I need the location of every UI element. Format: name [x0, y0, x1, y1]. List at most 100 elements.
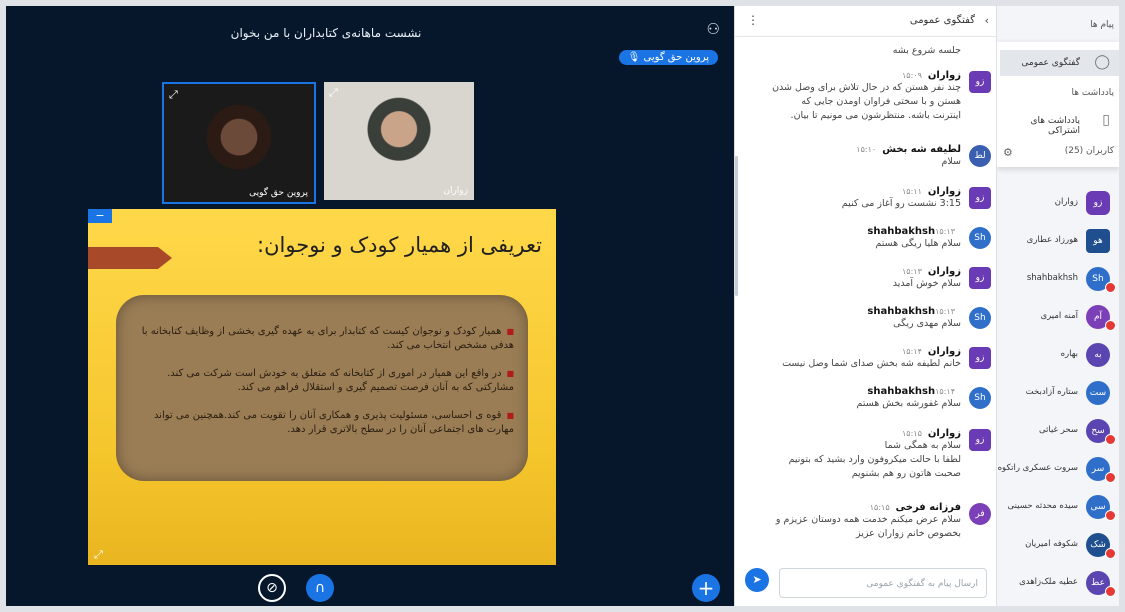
- avatar: زو: [969, 347, 991, 369]
- user-list-item[interactable]: Sh shahbakhsh: [1000, 264, 1119, 294]
- mic-muted-icon: [1105, 548, 1116, 559]
- avatar: زو: [1086, 191, 1110, 215]
- user-name: شکوفه امیریان: [1025, 539, 1078, 549]
- user-list-item[interactable]: شک شکوفه امیریان: [1000, 530, 1119, 560]
- avatar: Sh: [969, 307, 991, 329]
- chat-messages[interactable]: جلسه شروع بشه زو زواران ۱۵:۰۹ چند نفر هست…: [735, 36, 997, 556]
- webcam-name: زواران: [443, 186, 468, 196]
- sender-name: زواران: [927, 186, 961, 197]
- avatar: به: [1086, 343, 1110, 367]
- avatar: Sh: [969, 227, 991, 249]
- message-text: صحبت هاتون رو هم بشنویم: [851, 468, 961, 479]
- user-name: بهاره: [1060, 349, 1078, 359]
- user-list-item[interactable]: سح سحر غیاثی: [1000, 416, 1119, 446]
- message-text: سلام غفورشه بخش هستم: [856, 398, 961, 409]
- avatar: هو: [1086, 229, 1110, 253]
- chat-panel: ‹ گفتگوی عمومی ⋮ جلسه شروع بشه زو زواران…: [734, 6, 997, 606]
- user-list-item[interactable]: سی سیده محدثه حسینی: [1000, 492, 1119, 522]
- chat-title: گفتگوی عمومی: [909, 15, 975, 26]
- user-name: زواران: [1054, 197, 1078, 207]
- message-time: ۱۵:۱۱: [901, 187, 922, 196]
- fullscreen-icon[interactable]: ⤢: [94, 548, 103, 562]
- user-name: هورزاد عطاری: [1026, 235, 1078, 245]
- mic-muted-icon: [1105, 434, 1116, 445]
- message-text: سلام به همگی شما: [884, 440, 961, 451]
- more-options-icon[interactable]: ⋮: [747, 13, 759, 27]
- user-list-item[interactable]: عط عطیه ملک‌زاهدی: [1000, 568, 1119, 598]
- sidebar: پیام ها ◯ گفتگوی عمومی یادداشت ها ▯ یادد…: [996, 6, 1119, 606]
- avatar: زو: [969, 187, 991, 209]
- notes-section-header: یادداشت ها: [1071, 88, 1115, 98]
- mic-icon: 🎙: [627, 52, 641, 63]
- slide-content-box: همیار کودک و نوجوان کیست که کتابدار برای…: [116, 295, 528, 481]
- chat-header: ‹ گفتگوی عمومی ⋮: [735, 6, 997, 37]
- chat-icon: ◯: [1094, 54, 1110, 70]
- message-time: ۱۵:۰۹: [901, 71, 922, 80]
- message-text: اینترنت باشه. منتظرشون می مونیم تا بیان.: [790, 110, 961, 121]
- sidebar-popover: ◯ گفتگوی عمومی یادداشت ها ▯ یادداشت های …: [997, 42, 1119, 167]
- webcam-tile-2[interactable]: ⤢ زواران: [324, 82, 474, 200]
- presenter-name: پروین حق گویی: [643, 52, 709, 63]
- chat-message: زو زواران ۱۵:۱۳ سلام خوش آمدید: [747, 266, 991, 291]
- message-time: ۱۵:۱۵: [869, 503, 890, 512]
- sender-name: زواران: [927, 346, 961, 357]
- chat-message: Sh shahbakhsh۱۵:۱۳ سلام هلیا ریگی هستم: [747, 226, 991, 251]
- sender-name: زواران: [927, 428, 961, 439]
- avatar: Sh: [969, 387, 991, 409]
- slide-title: تعریفی از همیار کودک و نوجوان:: [257, 233, 542, 257]
- send-button[interactable]: ➤: [745, 568, 769, 592]
- message-time: ۱۵:۱۳: [935, 307, 955, 316]
- avatar: لط: [969, 145, 991, 167]
- message-text: بخصوص خانم زواران عزیز: [855, 528, 961, 539]
- presenter-badge[interactable]: 🎙 پروین حق گویی: [618, 50, 718, 65]
- chevron-left-icon[interactable]: ‹: [985, 14, 989, 27]
- presentation-stage: نشست ماهانه‌ی کتابداران با من بخوان ⚇ 🎙 …: [6, 6, 734, 606]
- chat-message: زو زواران ۱۵:۱۴ خانم لطیفه شه بخش صدای شم…: [747, 346, 991, 371]
- message-text: سلام: [941, 156, 961, 167]
- user-list-item[interactable]: زو زواران: [1000, 188, 1119, 218]
- slide-bullet: قوه ی احساسی، مسئولیت پذیری و همکاری آنا…: [128, 409, 514, 437]
- message-time: ۱۵:۱۳: [935, 227, 955, 236]
- message-text: خانم لطیفه شه بخش صدای شما وصل نیست: [782, 358, 961, 369]
- avatar: زو: [969, 429, 991, 451]
- chat-scrollbar[interactable]: [735, 156, 738, 296]
- video-off-button[interactable]: ⊘: [258, 574, 286, 602]
- user-list-item[interactable]: به بهاره: [1000, 340, 1119, 370]
- user-name: آمنه امیری: [1040, 311, 1078, 321]
- headphones-button[interactable]: ∩: [306, 574, 334, 602]
- message-text: سلام هلیا ریگی هستم: [875, 238, 961, 249]
- chat-message: لط لطیفه شه بخش ۱۵:۱۰ سلام: [747, 144, 991, 169]
- user-name: shahbakhsh: [1026, 273, 1078, 283]
- message-time: ۱۵:۱۴: [901, 347, 922, 356]
- minimize-slide-button[interactable]: −: [88, 209, 112, 223]
- expand-icon[interactable]: ⤢: [329, 86, 338, 100]
- slide-bullet: همیار کودک و نوجوان کیست که کتابدار برای…: [128, 325, 514, 353]
- user-list-item[interactable]: سر سروت عسکری راتکوه...: [997, 454, 1119, 484]
- webcam-tile-1[interactable]: ⤢ پروین حق گویی: [162, 82, 316, 204]
- users-icon[interactable]: ⚇: [707, 20, 720, 38]
- message-text: 3:15 نشست رو آغاز می کنیم: [841, 198, 961, 209]
- chat-message: زو زواران ۱۵:۱۱ 3:15 نشست رو آغاز می کنیم: [747, 186, 991, 211]
- chat-message-input[interactable]: ارسال پیام به گفتگوی عمومی: [779, 568, 987, 598]
- document-icon: ▯: [1102, 112, 1110, 128]
- chat-message: Sh shahbakhsh۱۵:۱۳ سلام مهدی ریگی: [747, 306, 991, 331]
- avatar: ست: [1086, 381, 1110, 405]
- mic-muted-icon: [1105, 472, 1116, 483]
- expand-icon[interactable]: ⤢: [169, 88, 178, 102]
- user-name: سیده محدثه حسینی: [1007, 501, 1078, 511]
- user-list-item[interactable]: ست ستاره آزادبخت: [1000, 378, 1119, 408]
- chat-message: فر فرزانه فرخی ۱۵:۱۵ سلام عرض میکنم خدمت …: [747, 502, 991, 541]
- mic-muted-icon: [1105, 282, 1116, 293]
- avatar: فر: [969, 503, 991, 525]
- sidebar-item-shared-notes[interactable]: ▯ یادداشت های اشتراکی: [1000, 108, 1119, 136]
- sender-name: فرزانه فرخی: [895, 502, 961, 513]
- user-list-item[interactable]: آم آمنه امیری: [1000, 302, 1119, 332]
- actions-plus-button[interactable]: +: [692, 574, 720, 602]
- message-time: ۱۵:۱۰: [856, 145, 877, 154]
- user-list-item[interactable]: هو هورزاد عطاری: [1000, 226, 1119, 256]
- gear-icon[interactable]: ⚙: [1003, 146, 1013, 159]
- slide-bullet: در واقع این همیار در اموری از کتابخانه ک…: [128, 367, 514, 395]
- message-text: هستن و با سختی فراوان اومدن جایی که: [801, 96, 961, 107]
- sender-name: زواران: [927, 266, 961, 277]
- sidebar-item-public-chat[interactable]: ◯ گفتگوی عمومی: [1000, 50, 1119, 76]
